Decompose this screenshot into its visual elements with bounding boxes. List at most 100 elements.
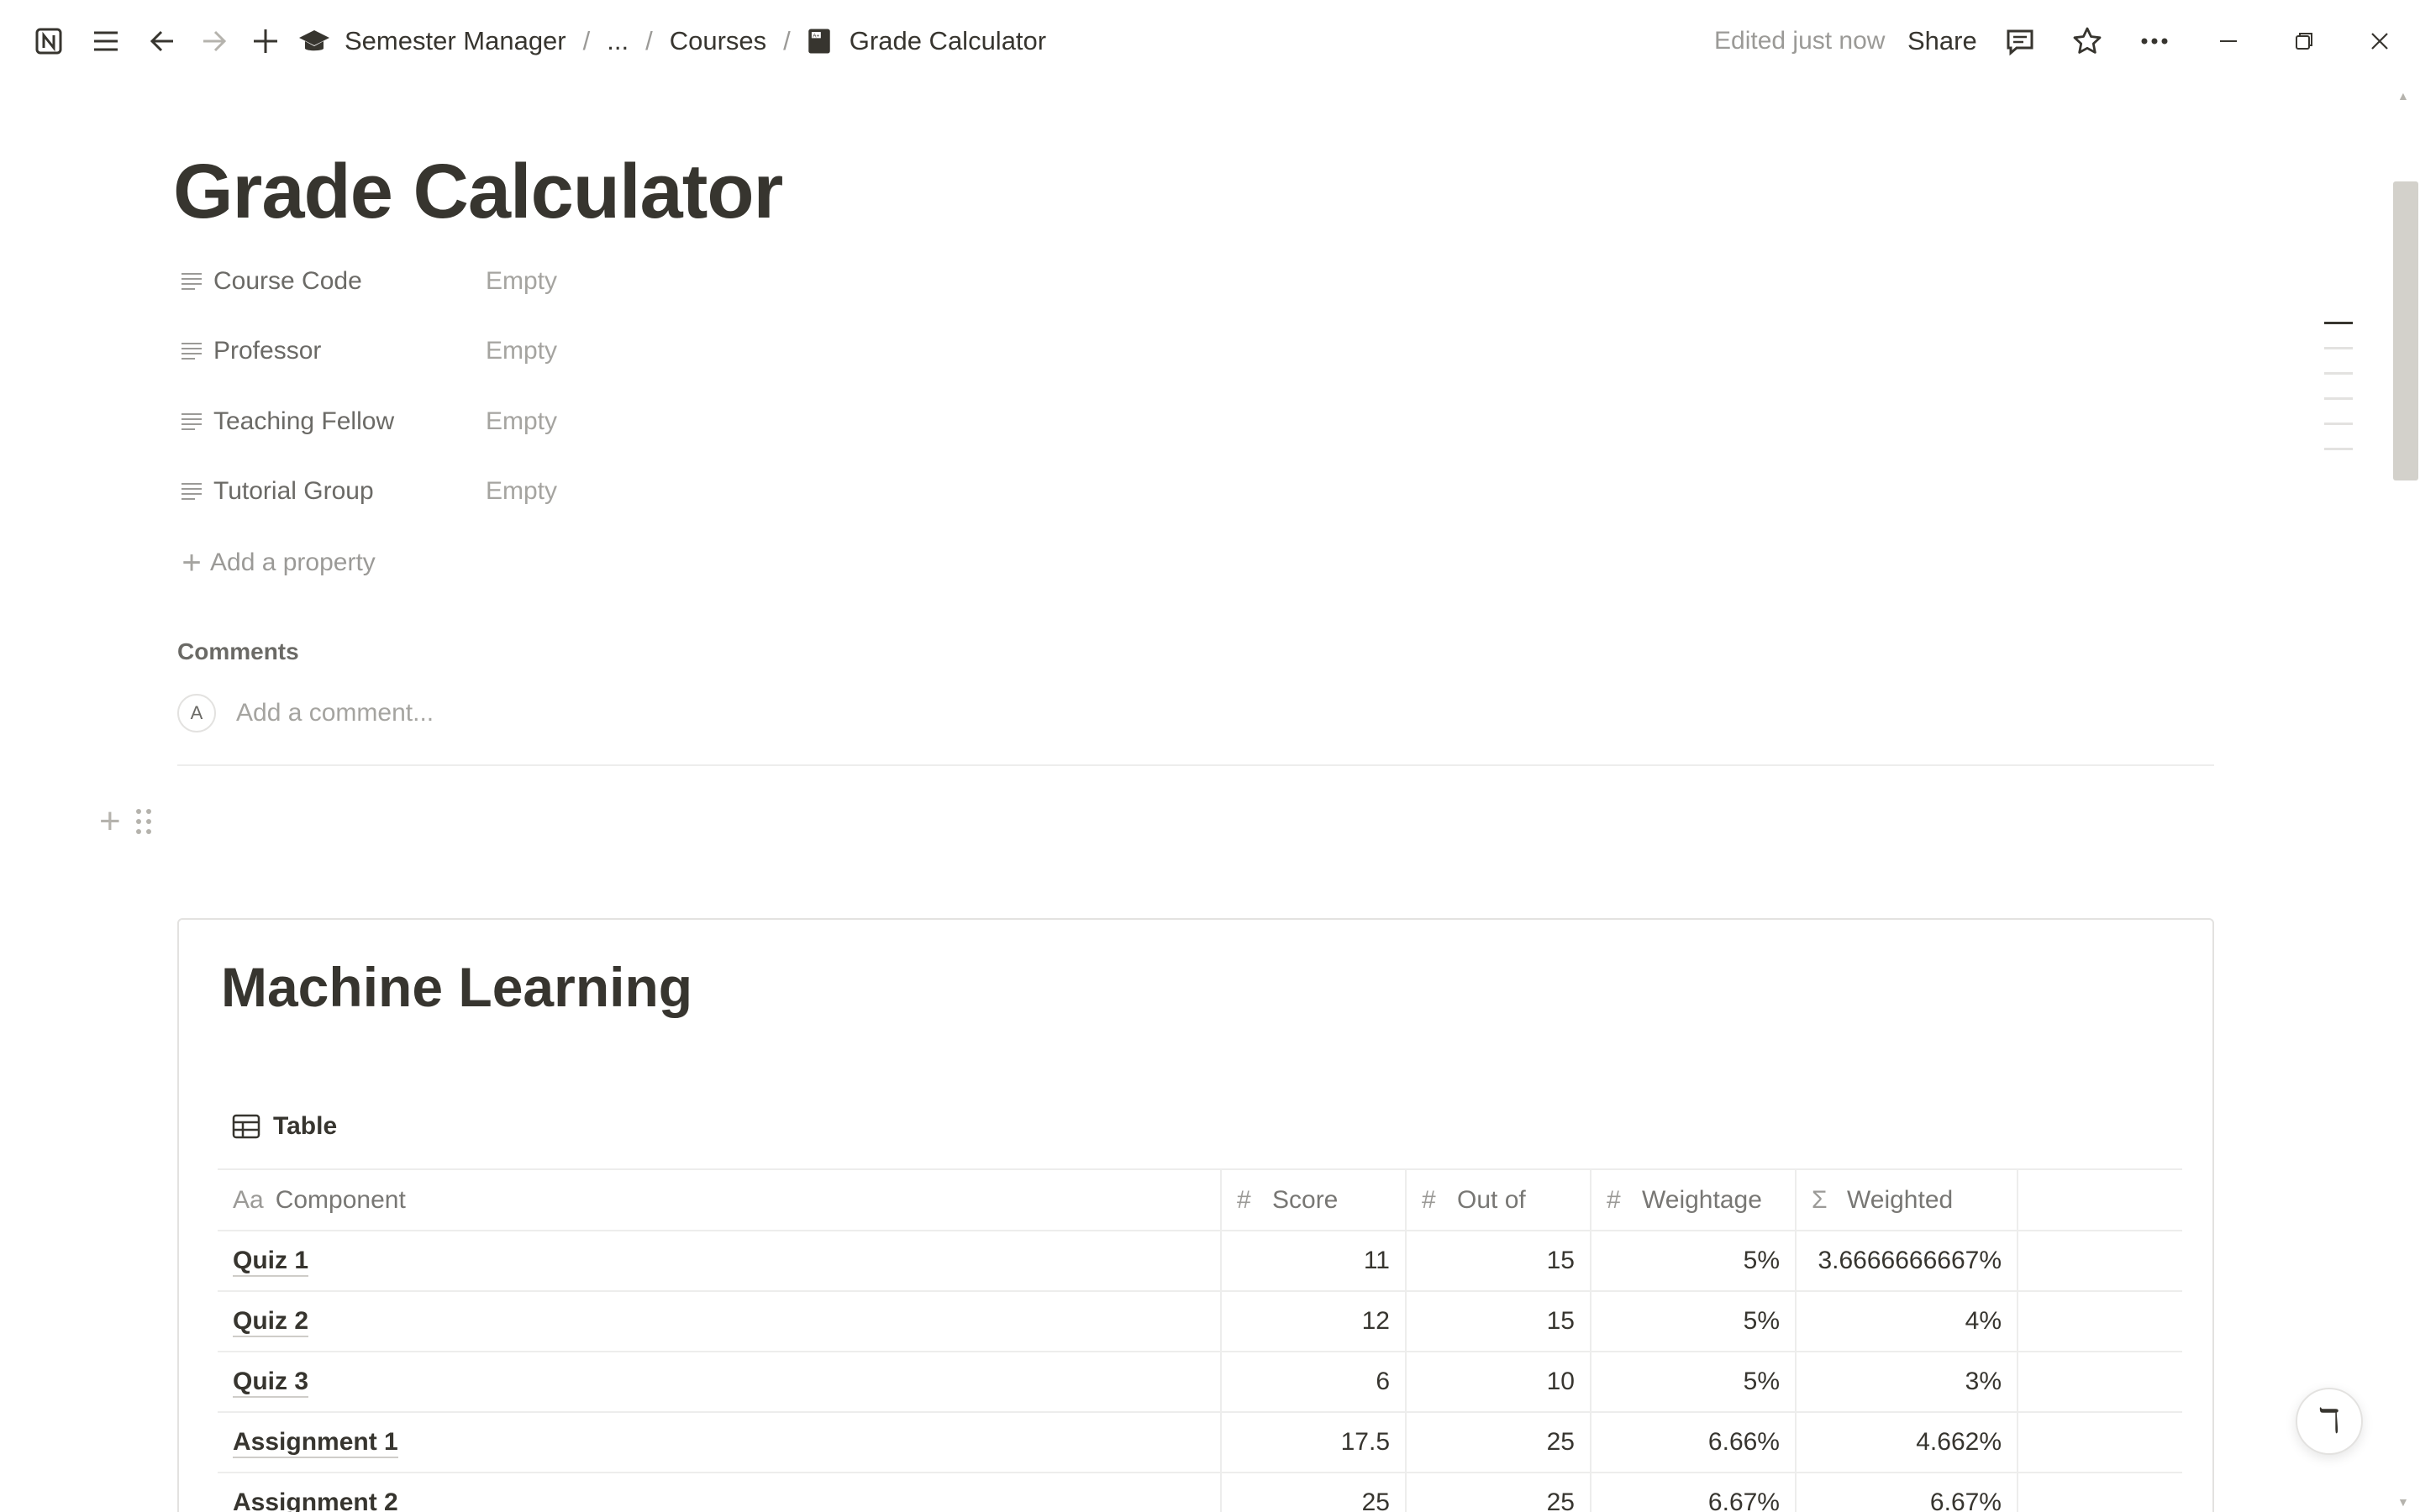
toc-line[interactable] — [2324, 397, 2353, 400]
block-handle[interactable]: + — [99, 803, 151, 840]
breadcrumb-separator: / — [645, 26, 653, 55]
comment-input[interactable]: Add a comment... — [236, 699, 434, 727]
component-cell[interactable]: Quiz 3 — [218, 1352, 1221, 1413]
table-row[interactable]: Quiz 1 11 15 5% 3.6666666667% — [218, 1231, 2182, 1292]
table-row[interactable]: Assignment 1 17.5 25 6.66% 4.662% — [218, 1412, 2182, 1473]
svg-text:A+: A+ — [813, 33, 819, 39]
score-cell[interactable]: 17.5 — [1220, 1412, 1406, 1473]
arrow-right-icon[interactable] — [193, 21, 234, 61]
column-header-weightage[interactable]: # Weightage — [1590, 1170, 1796, 1231]
help-icon[interactable]: ℸ — [2296, 1388, 2363, 1455]
out-of-cell[interactable]: 15 — [1405, 1231, 1591, 1292]
share-button[interactable]: Share — [1907, 0, 1977, 82]
comments-heading: Comments — [177, 638, 299, 664]
table-row[interactable]: Assignment 2 25 25 6.67% 6.67% — [218, 1473, 2182, 1512]
property-tutorial-group[interactable]: Tutorial Group Empty — [173, 466, 557, 517]
out-of-cell[interactable]: 10 — [1405, 1352, 1591, 1413]
toc-line[interactable] — [2324, 448, 2353, 450]
restore-icon[interactable] — [2284, 21, 2324, 61]
out-of-cell[interactable]: 15 — [1405, 1291, 1591, 1352]
score-cell[interactable]: 11 — [1220, 1231, 1406, 1292]
property-value[interactable]: Empty — [486, 267, 557, 296]
more-horizontal-icon[interactable] — [2134, 21, 2175, 61]
out-of-cell[interactable]: 25 — [1405, 1473, 1591, 1512]
comment-composer[interactable]: A Add a comment... — [177, 694, 434, 732]
weightage-cell[interactable]: 5% — [1590, 1352, 1796, 1413]
avatar: A — [177, 694, 216, 732]
component-link[interactable]: Quiz 3 — [233, 1368, 309, 1398]
breadcrumb-courses[interactable]: Courses — [663, 26, 773, 56]
weighted-cell[interactable]: 3.6666666667% — [1795, 1231, 2018, 1292]
toc-line[interactable] — [2324, 372, 2353, 375]
tab-table-view[interactable]: Table — [231, 1111, 337, 1142]
component-cell[interactable]: Assignment 2 — [218, 1473, 1221, 1512]
add-block-icon[interactable]: + — [99, 803, 121, 840]
empty-cell — [2017, 1412, 2182, 1473]
table-row[interactable]: Quiz 3 6 10 5% 3% — [218, 1352, 2182, 1413]
formula-property-icon: Σ — [1812, 1185, 1828, 1214]
score-cell[interactable]: 25 — [1220, 1473, 1406, 1512]
notion-logo-icon[interactable] — [29, 21, 69, 61]
text-lines-icon — [173, 403, 210, 440]
text-lines-icon — [173, 263, 210, 300]
component-cell[interactable]: Assignment 1 — [218, 1412, 1221, 1473]
breadcrumb-semester-manager[interactable]: Semester Manager — [338, 26, 573, 56]
score-cell[interactable]: 12 — [1220, 1291, 1406, 1352]
weightage-cell[interactable]: 5% — [1590, 1231, 1796, 1292]
column-header-score[interactable]: # Score — [1220, 1170, 1406, 1231]
weighted-cell[interactable]: 4.662% — [1795, 1412, 2018, 1473]
number-property-icon: # — [1607, 1185, 1621, 1214]
score-cell[interactable]: 6 — [1220, 1352, 1406, 1413]
weighted-cell[interactable]: 3% — [1795, 1352, 2018, 1413]
toc-line[interactable] — [2324, 423, 2353, 425]
scroll-down-arrow-icon[interactable]: ▼ — [2397, 1495, 2409, 1509]
weightage-cell[interactable]: 6.66% — [1590, 1412, 1796, 1473]
property-value[interactable]: Empty — [486, 407, 557, 436]
toc-line[interactable] — [2324, 322, 2353, 324]
out-of-cell[interactable]: 25 — [1405, 1412, 1591, 1473]
add-property-button[interactable]: + Add a property — [173, 538, 375, 588]
property-professor[interactable]: Professor Empty — [173, 326, 557, 376]
top-bar: Semester Manager / ... / Courses / A+ Gr… — [0, 0, 2420, 82]
empty-cell — [2017, 1291, 2182, 1352]
component-cell[interactable]: Quiz 2 — [218, 1291, 1221, 1352]
toc-line[interactable] — [2324, 347, 2353, 349]
hamburger-menu-icon[interactable] — [86, 21, 126, 61]
drag-handle-icon[interactable] — [135, 809, 151, 834]
star-icon[interactable] — [2067, 21, 2107, 61]
outline-toc[interactable] — [2324, 322, 2354, 473]
scroll-up-arrow-icon[interactable]: ▲ — [2397, 89, 2409, 102]
property-teaching-fellow[interactable]: Teaching Fellow Empty — [173, 396, 557, 447]
property-value[interactable]: Empty — [486, 337, 557, 365]
component-link[interactable]: Assignment 1 — [233, 1428, 398, 1458]
page-title[interactable]: Grade Calculator — [173, 148, 783, 236]
card-title[interactable]: Machine Learning — [221, 955, 692, 1019]
breadcrumb-grade-calculator[interactable]: Grade Calculator — [843, 26, 1053, 56]
linked-page-card[interactable]: Machine Learning Table Aa Component # Scor… — [177, 918, 2214, 1512]
weighted-cell[interactable]: 6.67% — [1795, 1473, 2018, 1512]
column-header-component[interactable]: Aa Component — [218, 1170, 1221, 1231]
component-link[interactable]: Assignment 2 — [233, 1488, 398, 1512]
weightage-cell[interactable]: 6.67% — [1590, 1473, 1796, 1512]
breadcrumb-ellipsis[interactable]: ... — [600, 26, 635, 56]
component-cell[interactable]: Quiz 1 — [218, 1231, 1221, 1292]
component-link[interactable]: Quiz 1 — [233, 1247, 309, 1277]
column-header-out-of[interactable]: # Out of — [1405, 1170, 1591, 1231]
property-course-code[interactable]: Course Code Empty — [173, 256, 557, 307]
scrollbar-thumb[interactable] — [2393, 181, 2418, 480]
weighted-cell[interactable]: 4% — [1795, 1291, 2018, 1352]
breadcrumb-separator: / — [582, 26, 591, 55]
close-icon[interactable] — [2360, 21, 2400, 61]
weightage-cell[interactable]: 5% — [1590, 1291, 1796, 1352]
column-header-weighted[interactable]: Σ Weighted — [1795, 1170, 2018, 1231]
table-row[interactable]: Quiz 2 12 15 5% 4% — [218, 1291, 2182, 1352]
arrow-left-icon[interactable] — [143, 21, 183, 61]
comment-icon[interactable] — [2000, 21, 2040, 61]
plus-icon[interactable] — [245, 21, 286, 61]
component-link[interactable]: Quiz 2 — [233, 1307, 309, 1337]
add-column-cell[interactable] — [2017, 1170, 2182, 1231]
minimize-icon[interactable] — [2208, 21, 2249, 61]
number-property-icon: # — [1422, 1185, 1436, 1214]
number-property-icon: # — [1237, 1185, 1251, 1214]
property-value[interactable]: Empty — [486, 477, 557, 506]
